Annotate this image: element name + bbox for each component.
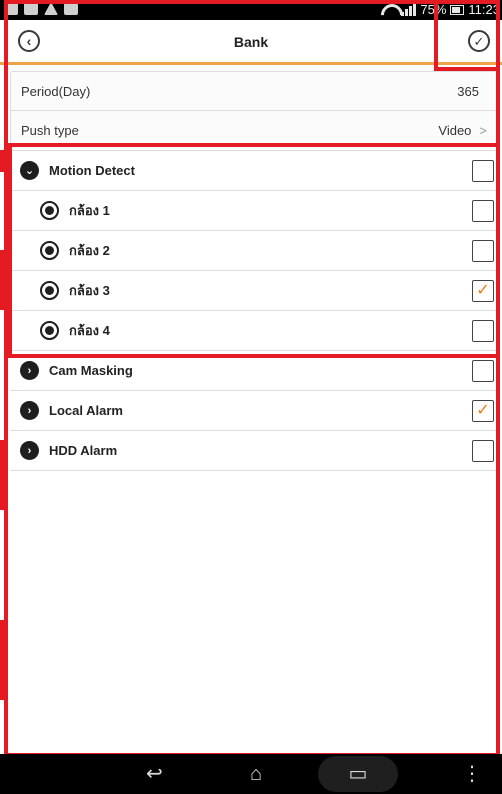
radio-dot-icon [40,241,59,260]
nav-menu-icon[interactable]: ⋮ [462,762,482,786]
wifi-icon [381,4,397,16]
camera-label: กล้อง 2 [69,243,110,258]
push-type-label: Push type [21,123,79,138]
alarm-label: Local Alarm [49,403,123,418]
store-icon [64,2,78,15]
alarm-row-cam-masking[interactable]: › Cam Masking [10,351,498,391]
status-right: 75% 11:23 [381,2,500,17]
camera-1-checkbox[interactable] [472,199,494,222]
battery-percent: 75% [420,2,447,17]
alarm-label: Motion Detect [49,163,135,178]
decor-red-left-4 [0,620,8,700]
notification-icons [4,2,78,15]
settings-list: Period(Day) 365 Push type Video > ⌄ Motio… [10,71,498,471]
warning-icon [44,2,58,15]
decor-red-left-1 [0,150,8,172]
camera-row[interactable]: กล้อง 4 [10,311,498,351]
page-title: Bank [233,34,269,50]
email-icon [24,2,38,15]
nav-back-icon[interactable]: ↩ [146,762,163,786]
chevron-right-icon[interactable]: › [20,401,39,420]
camera-row[interactable]: กล้อง 2 [10,231,498,271]
period-label: Period(Day) [21,83,91,99]
period-value: 365 [457,83,479,99]
camera-label: กล้อง 4 [69,323,110,338]
chevron-right-icon[interactable]: › [20,441,39,460]
motion-detect-checkbox[interactable] [472,159,494,182]
push-type-row[interactable]: Push type Video > [10,111,498,151]
push-type-value: Video > [438,123,487,138]
chevron-down-icon[interactable]: ⌄ [20,161,39,180]
alarm-label: Cam Masking [49,363,133,378]
camera-2-checkbox[interactable] [472,239,494,262]
period-row[interactable]: Period(Day) 365 [10,71,498,111]
battery-icon [450,4,465,15]
decor-red-left-3 [0,440,8,510]
camera-4-checkbox[interactable] [472,319,494,342]
camera-label: กล้อง 3 [69,283,110,298]
local-alarm-checkbox[interactable]: ✓ [472,399,494,422]
radio-dot-icon [40,281,59,300]
status-bar: 75% 11:23 [0,0,502,20]
chevron-right-icon: > [479,123,487,138]
navigation-bar: ↩ ⌂ ▭ ⋮ [0,754,502,794]
alarm-label: HDD Alarm [49,443,118,458]
hdd-alarm-checkbox[interactable] [472,439,494,462]
radio-dot-icon [40,201,59,220]
chevron-right-icon[interactable]: › [20,361,39,380]
check-circle-icon[interactable]: ✓ [468,30,490,52]
alarm-row-motion-detect[interactable]: ⌄ Motion Detect [10,151,498,191]
radio-dot-icon [40,321,59,340]
clock: 11:23 [468,2,500,17]
gallery-icon [4,2,18,15]
app-header: ‹ Bank ✓ [0,20,502,65]
alarm-row-hdd-alarm[interactable]: › HDD Alarm [10,431,498,471]
camera-row[interactable]: กล้อง 3 ✓ [10,271,498,311]
cam-masking-checkbox[interactable] [472,359,494,382]
camera-label: กล้อง 1 [69,203,110,218]
nav-recent-icon[interactable]: ▭ [318,756,398,792]
push-type-value-text: Video [438,123,472,138]
camera-row[interactable]: กล้อง 1 [10,191,498,231]
camera-3-checkbox[interactable]: ✓ [472,279,494,302]
alarm-row-local-alarm[interactable]: › Local Alarm ✓ [10,391,498,431]
nav-home-icon[interactable]: ⌂ [250,762,262,786]
signal-icon [401,3,417,16]
decor-red-left-2 [0,250,8,310]
